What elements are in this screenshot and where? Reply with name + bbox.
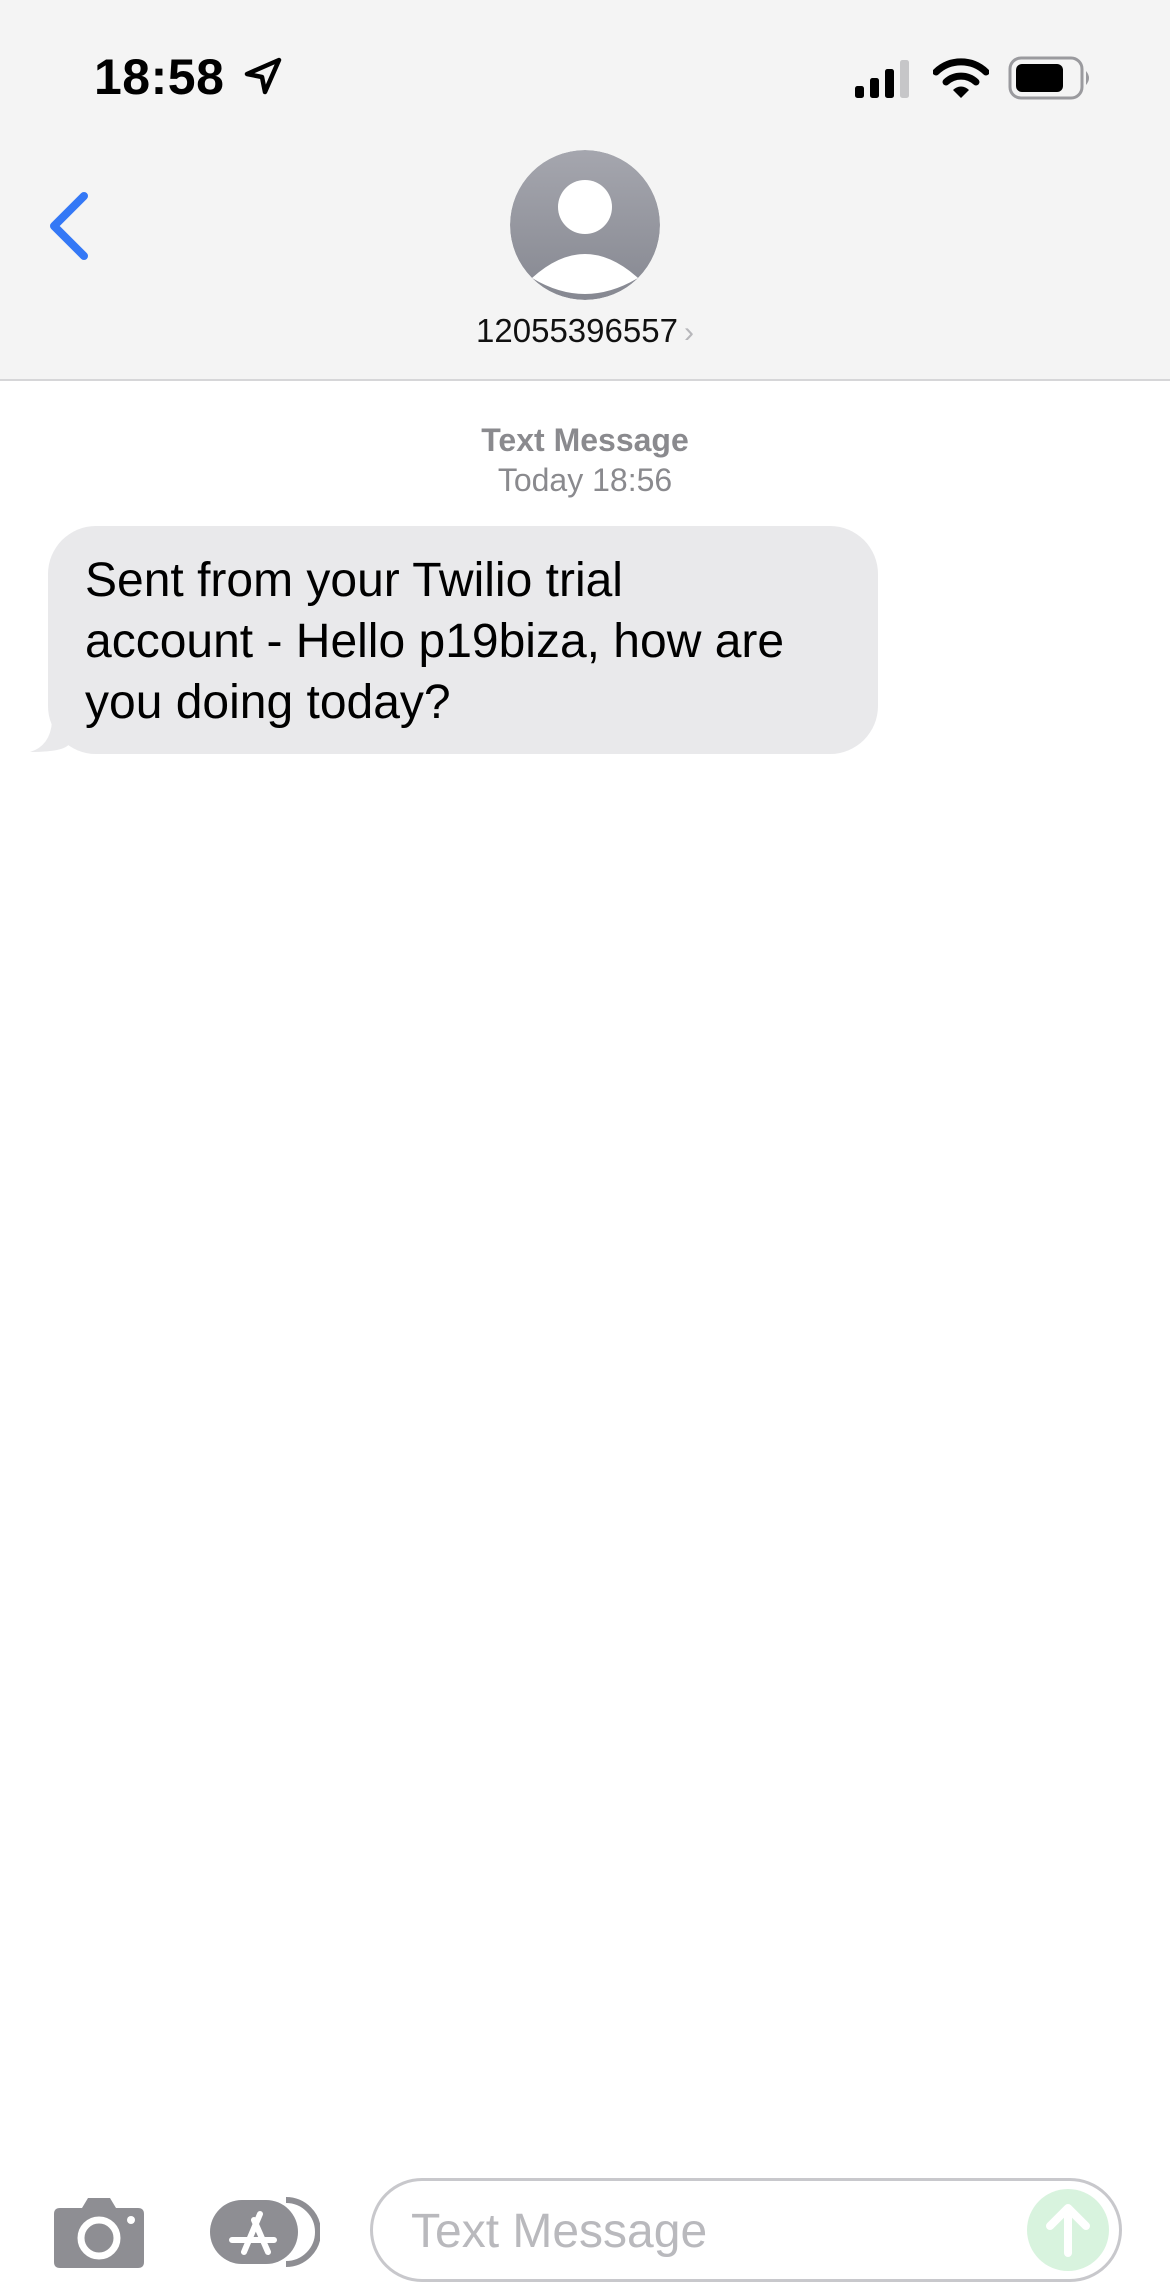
contact-name-button[interactable]: 12055396557 › (0, 312, 1170, 350)
conversation-header: 18:58 12055396557 › (0, 0, 1170, 381)
battery-icon (1008, 56, 1089, 100)
chevron-right-icon: › (683, 316, 694, 349)
contact-avatar[interactable] (510, 150, 660, 300)
wifi-icon (933, 58, 989, 98)
contact-number: 12055396557 (476, 312, 678, 349)
message-line: Sent from your Twilio trial (85, 554, 623, 607)
service-label: Text Message (481, 422, 689, 458)
compose-field[interactable] (370, 2178, 1122, 2282)
location-arrow-icon (244, 57, 282, 95)
message-timestamp: Today 18:56 (497, 462, 673, 498)
incoming-message-bubble[interactable]: Sent from your Twilio trial account - He… (48, 526, 878, 754)
message-input[interactable] (409, 2195, 1033, 2267)
message-line: you doing today? (85, 676, 451, 729)
message-line: account - Hello p19biza, how are (85, 615, 785, 668)
message-metadata: Text Message Today 18:56 (0, 420, 1170, 500)
back-chevron-icon[interactable] (44, 188, 96, 264)
send-arrow-icon[interactable] (1027, 2189, 1109, 2271)
app-store-icon[interactable] (208, 2194, 320, 2270)
status-time: 18:58 (94, 49, 225, 105)
cellular-signal-icon (855, 60, 909, 98)
camera-icon[interactable] (52, 2194, 146, 2270)
